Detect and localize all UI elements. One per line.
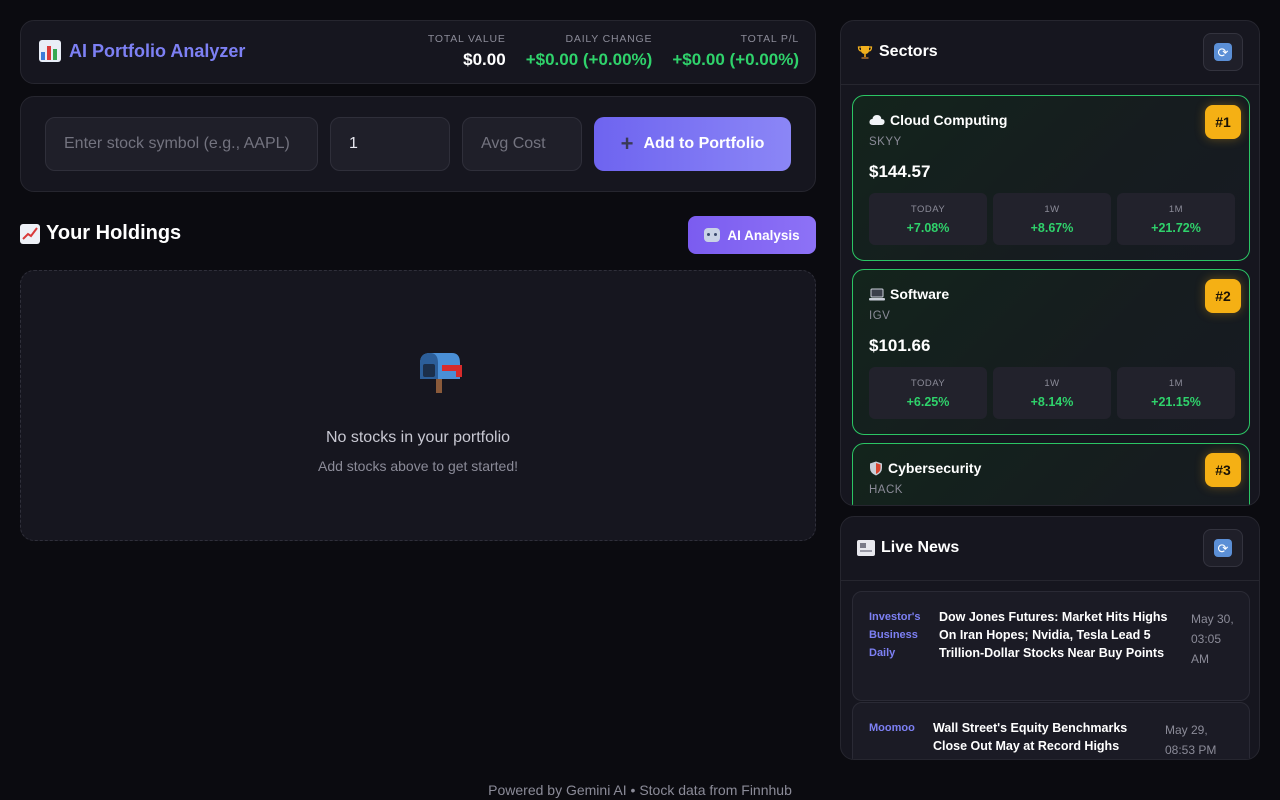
bar-chart-icon (39, 40, 61, 62)
holdings-empty-state: No stocks in your portfolio Add stocks a… (20, 270, 816, 541)
divider (841, 580, 1259, 581)
app-title: AI Portfolio Analyzer (69, 40, 246, 61)
sector-name-label: Cybersecurity (888, 460, 982, 476)
stat-total-value: TOTAL VALUE $0.00 (428, 33, 506, 70)
rank-badge: #2 (1205, 279, 1241, 313)
perf-1m: 1M +21.72% (1117, 193, 1235, 245)
sector-name-label: Cloud Computing (890, 112, 1008, 128)
stat-value: $0.00 (463, 50, 506, 69)
news-source: Moomoo (869, 722, 915, 734)
stat-label: TOTAL P/L (740, 33, 799, 45)
newspaper-icon (857, 540, 875, 556)
perf-label: 1W (1044, 378, 1060, 389)
symbol-input[interactable] (45, 117, 318, 171)
perf-value: +8.14% (1030, 395, 1074, 409)
ai-analysis-label: AI Analysis (727, 227, 800, 243)
news-panel: Live News ⟳ Investor's Business Daily Do… (840, 516, 1260, 760)
perf-label: TODAY (910, 204, 946, 215)
holdings-heading: Your Holdings (20, 222, 181, 245)
perf-1w: 1W +8.14% (993, 367, 1111, 419)
news-title: Live News (881, 539, 960, 556)
perf-value: +6.25% (906, 395, 950, 409)
portfolio-header: AI Portfolio Analyzer TOTAL VALUE $0.00 … (20, 20, 816, 84)
divider (841, 84, 1259, 85)
quantity-input[interactable] (330, 117, 450, 171)
stat-total-pl: TOTAL P/L +$0.00 (+0.00%) (672, 33, 799, 70)
empty-title: No stocks in your portfolio (325, 429, 511, 446)
refresh-icon: ⟳ (1214, 43, 1232, 61)
sectors-heading: Sectors (857, 43, 938, 61)
footer: Powered by Gemini AI • Stock data from F… (488, 782, 792, 798)
stat-value: +$0.00 (+0.00%) (672, 50, 799, 69)
rank-badge: #3 (1205, 453, 1241, 487)
refresh-sectors-button[interactable]: ⟳ (1203, 33, 1243, 71)
brand: AI Portfolio Analyzer (39, 40, 245, 62)
shield-icon (870, 461, 882, 475)
mailbox-icon (420, 353, 462, 393)
cloud-icon (869, 115, 885, 125)
perf-value: +21.15% (1151, 395, 1201, 409)
news-heading: Live News (857, 539, 959, 557)
news-item[interactable]: Moomoo Wall Street's Equity Benchmarks C… (852, 702, 1250, 759)
plus-icon: + (620, 131, 634, 156)
empty-subtitle: Add stocks above to get started! (317, 458, 518, 474)
perf-label: 1M (1168, 378, 1184, 389)
perf-label: TODAY (910, 378, 946, 389)
laptop-icon (869, 288, 885, 300)
robot-icon (704, 228, 721, 242)
perf-1m: 1M +21.15% (1117, 367, 1235, 419)
ai-analysis-button[interactable]: AI Analysis (688, 216, 816, 254)
perf-value: +21.72% (1151, 221, 1201, 235)
news-time: May 29, 08:53 PM (1165, 723, 1217, 757)
sector-price: $101.66 (869, 336, 931, 355)
avg-cost-input[interactable] (462, 117, 582, 171)
portfolio-stats: TOTAL VALUE $0.00 DAILY CHANGE +$0.00 (+… (428, 33, 799, 70)
add-to-portfolio-button[interactable]: + Add to Portfolio (594, 117, 791, 171)
sector-name: Cloud Computing (869, 112, 1007, 128)
sector-ticker: HACK (869, 484, 903, 496)
perf-label: 1W (1044, 204, 1060, 215)
news-source: Investor's Business Daily (869, 611, 921, 659)
sector-ticker: SKYY (869, 136, 902, 148)
sectors-panel: Sectors ⟳ Cloud Computing SKYY $144.57 #… (840, 20, 1260, 506)
trophy-icon (857, 46, 873, 59)
stat-daily-change: DAILY CHANGE +$0.00 (+0.00%) (526, 33, 653, 70)
sector-price: $144.57 (869, 162, 931, 181)
perf-1w: 1W +8.67% (993, 193, 1111, 245)
chart-increasing-icon (20, 223, 40, 244)
perf-value: +7.08% (906, 221, 950, 235)
sector-card[interactable]: Cybersecurity HACK #3 (852, 443, 1250, 505)
sector-name-label: Software (890, 286, 950, 302)
stat-value: +$0.00 (+0.00%) (525, 50, 653, 69)
perf-label: 1M (1168, 204, 1184, 215)
perf-today: TODAY +7.08% (869, 193, 987, 245)
sectors-title: Sectors (879, 43, 938, 60)
stat-label: DAILY CHANGE (565, 33, 653, 45)
news-headline: Wall Street's Equity Benchmarks Close Ou… (933, 721, 1128, 753)
news-time: May 30, 03:05 AM (1191, 612, 1234, 666)
sector-ticker: IGV (869, 310, 891, 322)
sector-card[interactable]: Software IGV $101.66 #2 TODAY +6.25% 1W … (852, 269, 1250, 435)
sector-card[interactable]: Cloud Computing SKYY $144.57 #1 TODAY +7… (852, 95, 1250, 261)
sector-name: Software (869, 286, 949, 302)
holdings-title: Your Holdings (46, 222, 182, 244)
news-headline: Dow Jones Futures: Market Hits Highs On … (939, 610, 1168, 660)
perf-today: TODAY +6.25% (869, 367, 987, 419)
sector-name: Cybersecurity (869, 460, 981, 476)
rank-badge: #1 (1205, 105, 1241, 139)
add-stock-form: + Add to Portfolio (20, 96, 816, 192)
add-button-label: Add to Portfolio (643, 135, 765, 152)
stat-label: TOTAL VALUE (427, 33, 506, 45)
refresh-icon: ⟳ (1214, 539, 1232, 557)
refresh-news-button[interactable]: ⟳ (1203, 529, 1243, 567)
perf-value: +8.67% (1030, 221, 1074, 235)
news-item[interactable]: Investor's Business Daily Dow Jones Futu… (852, 591, 1250, 701)
